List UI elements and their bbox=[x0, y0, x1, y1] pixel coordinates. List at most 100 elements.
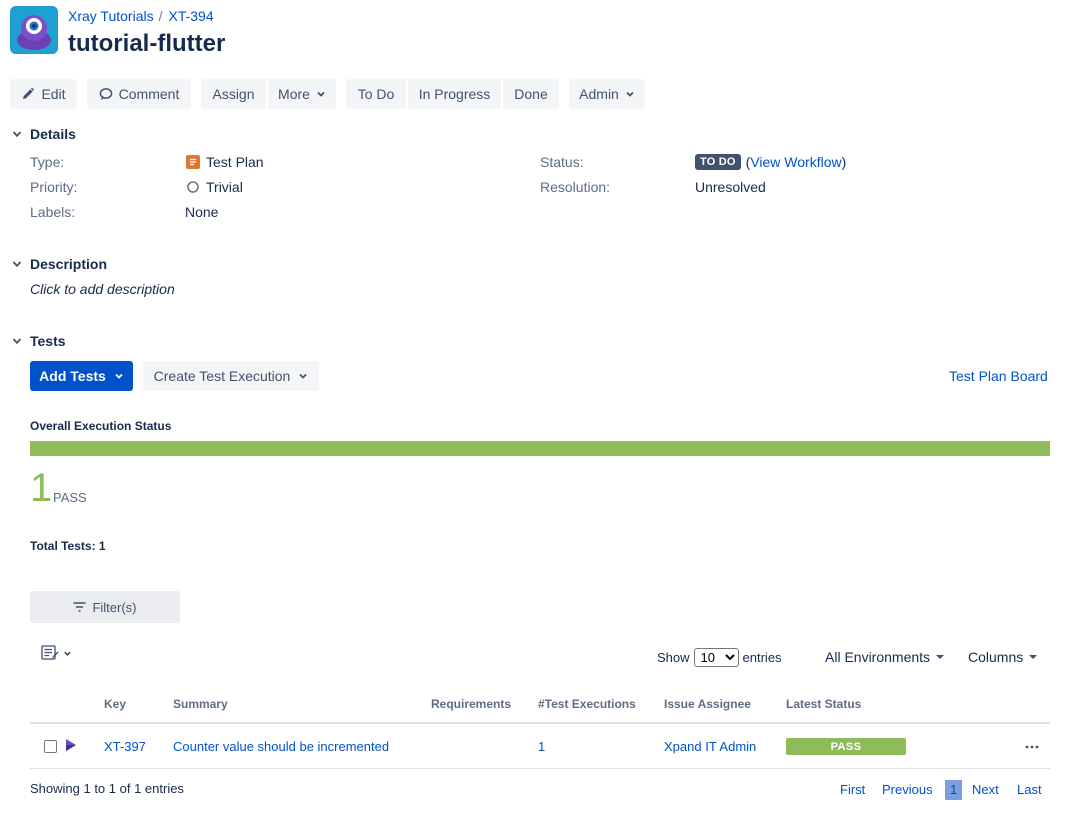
entries-label: entries bbox=[742, 650, 782, 665]
pager-next[interactable]: Next bbox=[972, 782, 999, 797]
column-header-requirements[interactable]: Requirements bbox=[431, 697, 511, 711]
tests-heading: Tests bbox=[30, 333, 66, 349]
in-progress-transition-button[interactable]: In Progress bbox=[408, 79, 501, 109]
add-tests-button[interactable]: Add Tests bbox=[30, 361, 133, 391]
filter-icon bbox=[73, 602, 86, 612]
more-button[interactable]: More bbox=[268, 79, 336, 109]
trivial-priority-icon bbox=[187, 181, 199, 193]
pass-count: 1 bbox=[30, 466, 53, 510]
in-progress-label: In Progress bbox=[418, 86, 491, 102]
description-section-header[interactable]: Description bbox=[10, 256, 107, 272]
create-test-execution-label: Create Test Execution bbox=[153, 368, 291, 384]
edit-button[interactable]: Edit bbox=[10, 79, 77, 109]
column-header-test-executions[interactable]: #Test Executions bbox=[538, 697, 636, 711]
entries-length-control: Show 10 entries bbox=[657, 648, 782, 667]
entries-select[interactable]: 10 bbox=[693, 648, 739, 667]
column-header-summary[interactable]: Summary bbox=[173, 697, 228, 711]
status-bar-pass-fill bbox=[30, 441, 1050, 456]
table-bottom-divider bbox=[30, 768, 1050, 769]
admin-button[interactable]: Admin bbox=[569, 79, 645, 109]
overall-execution-status-label: Overall Execution Status bbox=[30, 419, 172, 433]
pager-previous[interactable]: Previous bbox=[882, 782, 933, 797]
row-assignee-link[interactable]: Xpand IT Admin bbox=[664, 739, 756, 754]
assign-button[interactable]: Assign bbox=[201, 79, 266, 109]
show-label: Show bbox=[657, 650, 690, 665]
tests-section-header[interactable]: Tests bbox=[10, 333, 66, 349]
comment-label: Comment bbox=[118, 86, 180, 102]
priority-value-text: Trivial bbox=[206, 179, 243, 195]
breadcrumb: Xray Tutorials / XT-394 bbox=[68, 8, 214, 24]
test-plan-board-link[interactable]: Test Plan Board bbox=[949, 368, 1048, 384]
column-header-issue-assignee[interactable]: Issue Assignee bbox=[664, 697, 751, 711]
chevron-down-icon bbox=[10, 257, 24, 271]
comment-button[interactable]: Comment bbox=[87, 79, 191, 109]
column-header-key[interactable]: Key bbox=[104, 697, 126, 711]
columns-dropdown[interactable]: Columns bbox=[968, 649, 1038, 665]
assign-label: Assign bbox=[212, 86, 255, 102]
status-lozenge: TO DO bbox=[695, 154, 741, 170]
test-plan-icon bbox=[186, 155, 200, 169]
resolution-value: Unresolved bbox=[695, 179, 766, 195]
details-section-header[interactable]: Details bbox=[10, 126, 76, 142]
done-label: Done bbox=[514, 86, 548, 102]
breadcrumb-issue-link[interactable]: XT-394 bbox=[168, 8, 213, 24]
columns-label: Columns bbox=[968, 649, 1024, 665]
type-label: Type: bbox=[30, 154, 65, 170]
filters-label: Filter(s) bbox=[92, 599, 137, 615]
description-heading: Description bbox=[30, 256, 108, 272]
filters-button[interactable]: Filter(s) bbox=[30, 591, 180, 623]
chevron-down-icon bbox=[64, 651, 71, 656]
list-edit-icon bbox=[41, 645, 59, 660]
row-status-badge: PASS bbox=[786, 738, 906, 755]
bulk-actions-menu[interactable] bbox=[41, 645, 72, 661]
overall-execution-status-bar[interactable] bbox=[30, 441, 1050, 456]
row-actions-icon[interactable] bbox=[1024, 740, 1040, 757]
breadcrumb-project-link[interactable]: Xray Tutorials bbox=[68, 8, 154, 24]
caret-down-icon bbox=[936, 655, 945, 659]
pager-last[interactable]: Last bbox=[1017, 782, 1042, 797]
priority-value: Trivial bbox=[186, 179, 243, 195]
admin-label: Admin bbox=[579, 86, 619, 102]
done-transition-button[interactable]: Done bbox=[503, 79, 559, 109]
type-value-text: Test Plan bbox=[206, 154, 264, 170]
row-executions-link[interactable]: 1 bbox=[538, 739, 545, 754]
column-header-latest-status[interactable]: Latest Status bbox=[786, 697, 861, 711]
project-avatar[interactable] bbox=[10, 6, 58, 54]
add-tests-label: Add Tests bbox=[39, 368, 106, 384]
comment-icon bbox=[99, 88, 113, 100]
create-test-execution-button[interactable]: Create Test Execution bbox=[143, 361, 319, 391]
row-select-checkbox[interactable] bbox=[44, 740, 57, 753]
more-label: More bbox=[278, 86, 310, 102]
status-label: Status: bbox=[540, 154, 584, 170]
view-workflow-link[interactable]: View Workflow bbox=[750, 154, 841, 170]
test-type-icon bbox=[64, 738, 78, 755]
todo-label: To Do bbox=[357, 86, 395, 102]
chevron-down-icon bbox=[115, 373, 123, 379]
chevron-down-icon bbox=[626, 91, 634, 97]
row-key-link[interactable]: XT-397 bbox=[104, 739, 146, 754]
pass-status-label: PASS bbox=[53, 490, 87, 505]
description-placeholder[interactable]: Click to add description bbox=[30, 281, 175, 297]
pager-current-page[interactable]: 1 bbox=[945, 780, 963, 800]
chevron-down-icon bbox=[10, 334, 24, 348]
chevron-down-icon bbox=[317, 91, 325, 97]
paren-close: ) bbox=[841, 154, 847, 170]
pencil-icon bbox=[23, 87, 35, 99]
environments-dropdown[interactable]: All Environments bbox=[825, 649, 945, 665]
labels-value[interactable]: None bbox=[185, 204, 218, 220]
chevron-down-icon bbox=[10, 127, 24, 141]
details-heading: Details bbox=[30, 126, 76, 142]
table-info: Showing 1 to 1 of 1 entries bbox=[30, 781, 184, 796]
status-value: TO DO (View Workflow) bbox=[695, 154, 846, 170]
priority-label: Priority: bbox=[30, 179, 78, 195]
type-value: Test Plan bbox=[186, 154, 264, 170]
labels-label: Labels: bbox=[30, 204, 76, 220]
resolution-label: Resolution: bbox=[540, 179, 611, 195]
todo-transition-button[interactable]: To Do bbox=[346, 79, 406, 109]
total-tests: Total Tests: 1 bbox=[30, 539, 106, 553]
chevron-down-icon bbox=[299, 373, 307, 379]
pager-first[interactable]: First bbox=[840, 782, 865, 797]
row-summary-link[interactable]: Counter value should be incremented bbox=[173, 739, 389, 754]
edit-label: Edit bbox=[41, 86, 66, 102]
page-title[interactable]: tutorial-flutter bbox=[68, 30, 225, 58]
